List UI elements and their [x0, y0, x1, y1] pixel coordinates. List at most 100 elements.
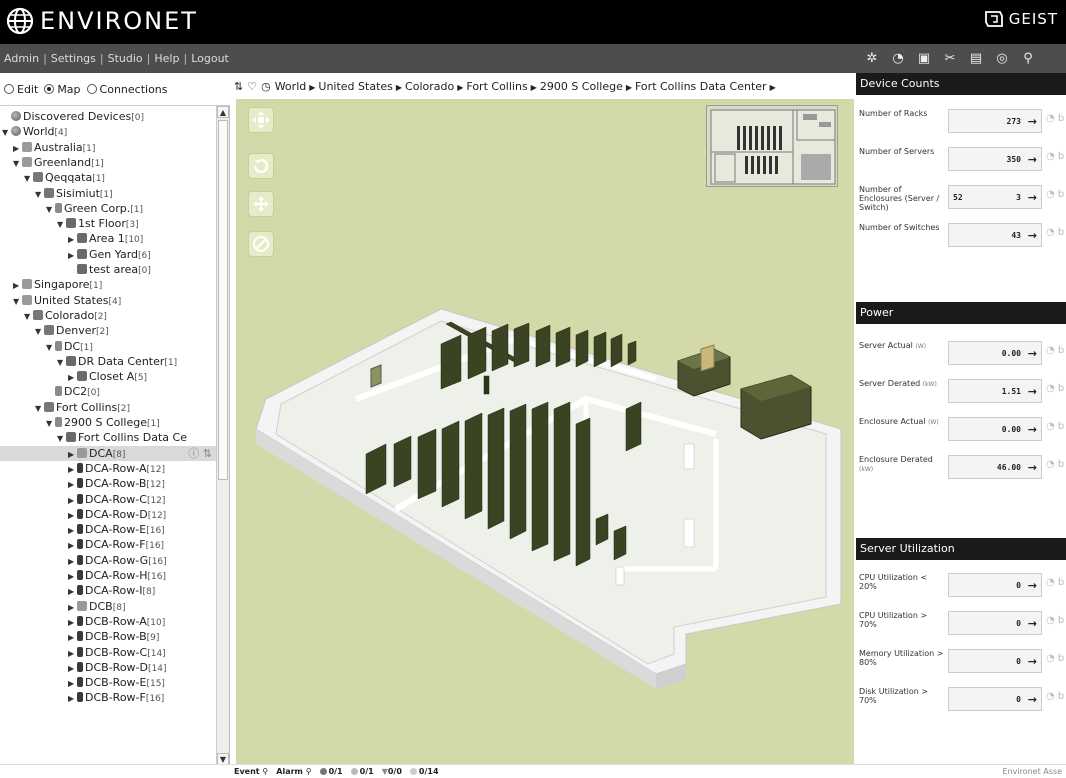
chart-link-icon[interactable]: ◔ b	[1046, 691, 1064, 702]
node-actions-icon[interactable]: ⓘ ⇅	[188, 446, 212, 461]
chart-link-icon[interactable]: ◔ b	[1046, 459, 1064, 470]
radio-connections-dot[interactable]	[86, 84, 97, 94]
radio-edit[interactable]: Edit	[4, 83, 38, 96]
expanded-arrow-icon[interactable]: ▼	[2, 125, 11, 140]
tree-node[interactable]: ▶ DCB-Row-F[16]	[0, 690, 164, 705]
metric-value-box[interactable]: 0 →	[948, 687, 1042, 711]
tree-node[interactable]: ▶ DCB[8]	[0, 599, 125, 614]
scroll-thumb[interactable]	[218, 120, 228, 480]
radio-map[interactable]: Map	[44, 83, 81, 96]
tree-node[interactable]: ▶ DCA-Row-C[12]	[0, 492, 165, 507]
collapsed-arrow-icon[interactable]: ▶	[68, 676, 77, 691]
drilldown-arrow-icon[interactable]: →	[1028, 693, 1037, 706]
collapsed-arrow-icon[interactable]: ▶	[68, 569, 77, 584]
collapsed-arrow-icon[interactable]: ▶	[13, 278, 22, 293]
breadcrumb-item[interactable]: Fort Collins Data Center	[635, 80, 767, 93]
tree-node[interactable]: ▶ DCA-Row-A[12]	[0, 461, 165, 476]
scroll-up-button[interactable]: ▲	[217, 106, 229, 118]
chart-link-icon[interactable]: ◔ b	[1046, 383, 1064, 394]
metric-value-box[interactable]: 273 →	[948, 109, 1042, 133]
chart-link-icon[interactable]: ◔ b	[1046, 421, 1064, 432]
collapsed-arrow-icon[interactable]: ▶	[13, 141, 22, 156]
status-count-critical[interactable]: 0/1	[319, 767, 343, 776]
drilldown-arrow-icon[interactable]: →	[1028, 153, 1037, 166]
drilldown-arrow-icon[interactable]: →	[1028, 423, 1037, 436]
breadcrumb-item[interactable]: 2900 S College	[540, 80, 623, 93]
collapsed-arrow-icon[interactable]: ▶	[68, 523, 77, 538]
collapsed-arrow-icon[interactable]: ▶	[68, 584, 77, 599]
chart-link-icon[interactable]: ◔ b	[1046, 113, 1064, 124]
collapsed-arrow-icon[interactable]: ▶	[68, 477, 77, 492]
expanded-arrow-icon[interactable]: ▼	[35, 401, 44, 416]
expanded-arrow-icon[interactable]: ▼	[57, 431, 66, 446]
collapsed-arrow-icon[interactable]: ▶	[68, 554, 77, 569]
tree-node[interactable]: ▶ DCA-Row-B[12]	[0, 476, 165, 491]
radio-edit-dot[interactable]	[4, 84, 14, 94]
metric-value-box[interactable]: 350 →	[948, 147, 1042, 171]
server-icon[interactable]: ▤	[966, 48, 986, 68]
scroll-down-button[interactable]: ▼	[217, 753, 229, 764]
tree-node[interactable]: ▼ United States[4]	[0, 293, 121, 308]
tree-node[interactable]: ▼ 1st Floor[3]	[0, 216, 139, 231]
drilldown-arrow-icon[interactable]: →	[1028, 115, 1037, 128]
minimap[interactable]	[706, 105, 838, 187]
chart-link-icon[interactable]: ◔ b	[1046, 189, 1064, 200]
tree-node[interactable]: ▼ Greenland[1]	[0, 155, 104, 170]
floor-map-3d[interactable]	[236, 99, 854, 765]
menu-logout[interactable]: Logout	[191, 52, 229, 65]
tree-node[interactable]: ▼ Fort Collins[2]	[0, 400, 130, 415]
drilldown-arrow-icon[interactable]: →	[1028, 617, 1037, 630]
expanded-arrow-icon[interactable]: ▼	[46, 202, 55, 217]
collapsed-arrow-icon[interactable]: ▶	[68, 508, 77, 523]
tree-node[interactable]: ▶ Gen Yard[6]	[0, 247, 151, 262]
tree-node[interactable]: ▶ Closet A[5]	[0, 369, 147, 384]
expanded-arrow-icon[interactable]: ▼	[57, 355, 66, 370]
status-count-warning[interactable]: 0/1	[350, 767, 374, 776]
collapsed-arrow-icon[interactable]: ▶	[68, 447, 77, 462]
tree-node[interactable]: ▶ DCB-Row-A[10]	[0, 614, 165, 629]
menu-help[interactable]: Help	[154, 52, 179, 65]
collapsed-arrow-icon[interactable]: ▶	[68, 630, 77, 645]
globe-search-icon[interactable]: ◎	[992, 48, 1012, 68]
expanded-arrow-icon[interactable]: ▼	[46, 416, 55, 431]
event-indicator[interactable]: Event ⚲	[234, 767, 268, 776]
metric-value-box[interactable]: 52 3 →	[948, 185, 1042, 209]
tree-node[interactable]: ▼ Qeqqata[1]	[0, 170, 105, 185]
move-tool-button[interactable]	[248, 191, 274, 217]
tree-node[interactable]: ▶ Singapore[1]	[0, 277, 102, 292]
radio-map-dot[interactable]	[44, 84, 55, 94]
tree-node[interactable]: ▼ DR Data Center[1]	[0, 354, 177, 369]
expanded-arrow-icon[interactable]: ▼	[57, 217, 66, 232]
tree-node[interactable]: ▶ DCA-Row-G[16]	[0, 553, 167, 568]
search-icon[interactable]: ⚲	[1018, 48, 1038, 68]
breadcrumb-item[interactable]: Fort Collins	[466, 80, 527, 93]
tree-node[interactable]: ▼ Colorado[2]	[0, 308, 107, 323]
history-icon[interactable]: ◷	[261, 80, 271, 93]
collapsed-arrow-icon[interactable]: ▶	[68, 691, 77, 706]
tree-node[interactable]: ▶ DCB-Row-B[9]	[0, 629, 159, 644]
refresh-icon[interactable]: ⇅	[234, 80, 243, 93]
drilldown-arrow-icon[interactable]: →	[1028, 461, 1037, 474]
collapsed-arrow-icon[interactable]: ▶	[68, 232, 77, 247]
scissors-icon[interactable]: ✂	[940, 48, 960, 68]
tree-node[interactable]: ▶ DCB-Row-D[14]	[0, 660, 166, 675]
tree-node[interactable]: ▶ DCB-Row-C[14]	[0, 645, 166, 660]
collapsed-arrow-icon[interactable]: ▶	[68, 370, 77, 385]
expanded-arrow-icon[interactable]: ▼	[24, 171, 33, 186]
drilldown-arrow-icon[interactable]: →	[1028, 229, 1037, 242]
chart-link-icon[interactable]: ◔ b	[1046, 151, 1064, 162]
metric-value-box[interactable]: 0.00 →	[948, 417, 1042, 441]
tree-node[interactable]: ▶ DCA-Row-E[16]	[0, 522, 165, 537]
collapsed-arrow-icon[interactable]: ▶	[68, 248, 77, 263]
metric-value-box[interactable]: 0 →	[948, 573, 1042, 597]
expanded-arrow-icon[interactable]: ▼	[46, 340, 55, 355]
chart-link-icon[interactable]: ◔ b	[1046, 615, 1064, 626]
chart-link-icon[interactable]: ◔ b	[1046, 577, 1064, 588]
tree-node[interactable]: ▶ DCA-Row-H[16]	[0, 568, 166, 583]
status-count-info[interactable]: 0/14	[409, 767, 439, 776]
status-count-filter[interactable]: ▼0/0	[382, 767, 402, 776]
expanded-arrow-icon[interactable]: ▼	[13, 156, 22, 171]
tree-node[interactable]: ▶ DCA-Row-D[12]	[0, 507, 166, 522]
alarm-indicator[interactable]: Alarm ⚲	[276, 767, 311, 776]
collapsed-arrow-icon[interactable]: ▶	[68, 600, 77, 615]
